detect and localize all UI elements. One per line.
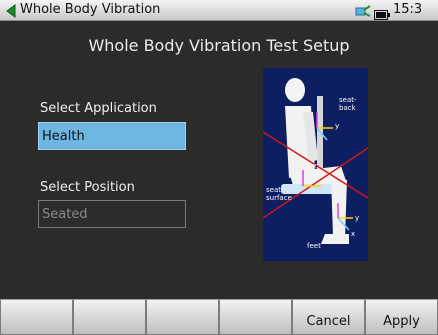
seat-surface-label-2: surface [266,194,292,202]
position-select[interactable]: Seated [38,200,186,228]
cancel-button[interactable]: Cancel [292,299,365,335]
axis-y-label-1: y [335,122,339,130]
page-title: Whole Body Vibration Test Setup [88,36,350,55]
seat-surface-label-1: seat- [266,186,284,194]
softkey-bar: Cancel Apply [0,299,438,335]
softkey-1[interactable] [0,299,73,335]
softkey-3[interactable] [146,299,219,335]
seat-back-label-2: back [339,104,357,112]
axis-z-label: z [313,162,317,170]
clock-time: 15:3 [393,2,423,17]
back-arrow-icon[interactable] [4,3,18,18]
seat-back-label-1: seat- [339,96,357,104]
softkey-2[interactable] [73,299,146,335]
battery-icon [374,5,390,20]
feet-label: feet [307,242,321,250]
softkey-4[interactable] [219,299,292,335]
status-bar: Whole Body Vibration 15:3 [0,0,438,21]
position-label: Select Position [40,180,135,195]
application-select[interactable]: Health [38,122,186,150]
axis-y-label-2: y [355,214,359,222]
application-label: Select Application [40,101,157,116]
axis-x-label: x [351,230,355,238]
apply-button[interactable]: Apply [365,299,438,335]
connection-icon [355,3,371,17]
status-title: Whole Body Vibration [20,2,161,17]
seated-posture-diagram: seat- back seat- surface feet y y z x [263,68,368,261]
